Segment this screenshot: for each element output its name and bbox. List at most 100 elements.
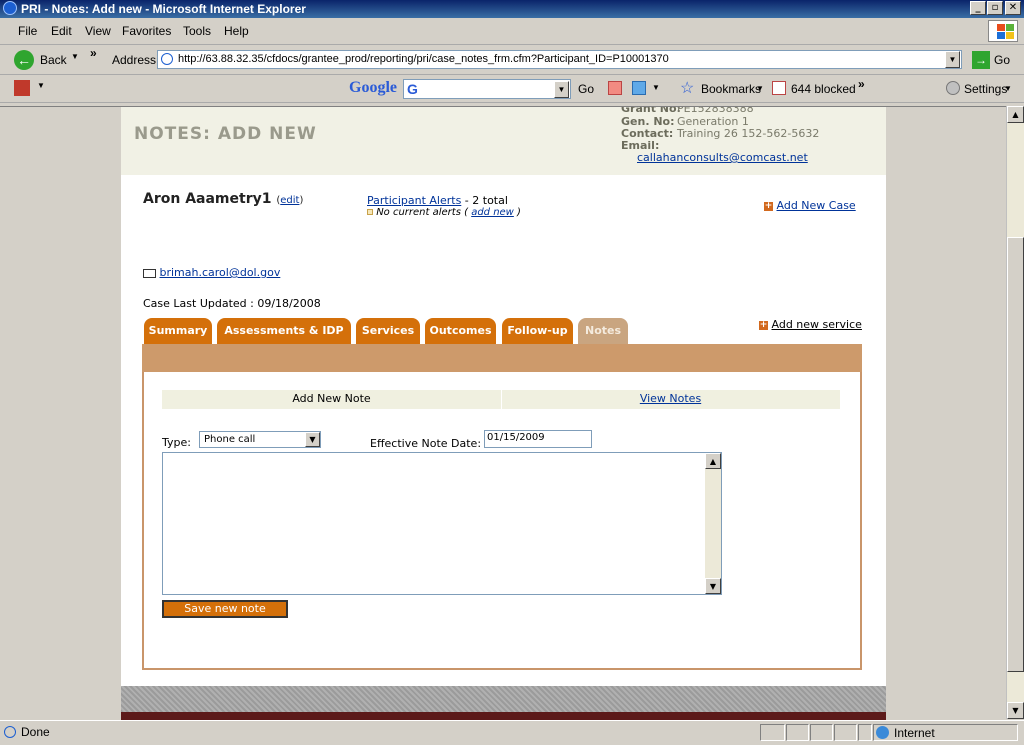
scroll-down-icon[interactable]: ▼ xyxy=(1007,702,1024,719)
page: NOTES: ADD NEW Grant No:PE152838388 Gen.… xyxy=(121,107,886,720)
contact-value: Training 26 152-562-5632 xyxy=(677,127,820,140)
note-textarea-scrollbar[interactable]: ▲ ▼ xyxy=(705,453,721,594)
note-scroll-down-icon[interactable]: ▼ xyxy=(705,578,721,594)
menu-help[interactable]: Help xyxy=(224,24,249,38)
type-label: Type: xyxy=(162,436,191,449)
add-new-note-tab[interactable]: Add New Note xyxy=(162,392,501,405)
edit-participant-link[interactable]: edit xyxy=(280,195,299,206)
tab-outcomes[interactable]: Outcomes xyxy=(425,318,496,344)
popup-blocker-icon[interactable] xyxy=(772,81,786,95)
add-new-case: + Add New Case xyxy=(764,199,856,212)
notes-panel: Add New Note View Notes Type: Phone call… xyxy=(142,372,862,670)
pdf-icon[interactable] xyxy=(14,80,30,96)
note-type-select[interactable]: Phone call ▼ xyxy=(199,431,321,448)
menu-favorites[interactable]: Favorites xyxy=(122,24,171,38)
expand-icon[interactable] xyxy=(367,209,373,215)
add-new-service: + Add new service xyxy=(759,318,862,331)
settings-dropdown-icon[interactable]: ▼ xyxy=(1004,84,1012,93)
settings-icon[interactable] xyxy=(946,81,960,95)
windows-logo-icon xyxy=(988,20,1018,42)
participant-name: Aron Aaametry1 xyxy=(143,191,272,207)
address-dropdown-icon[interactable]: ▼ xyxy=(945,51,960,68)
status-bar: Done Internet xyxy=(0,720,1024,745)
google-go-button[interactable]: Go xyxy=(578,82,594,96)
security-zone: Internet xyxy=(873,724,1018,741)
add-new-service-link[interactable]: Add new service xyxy=(772,318,862,331)
case-last-updated: Case Last Updated : 09/18/2008 xyxy=(143,297,321,310)
menu-tools[interactable]: Tools xyxy=(183,24,211,38)
add-case-plus-icon[interactable]: + xyxy=(764,201,773,211)
save-new-note-button[interactable]: Save new note xyxy=(162,600,288,618)
add-alert-link[interactable]: add new xyxy=(471,207,514,218)
tab-summary[interactable]: Summary xyxy=(144,318,212,344)
tab-follow-up[interactable]: Follow-up xyxy=(502,318,573,344)
status-cell-2 xyxy=(786,724,809,741)
google-toolbar: ▼ Google G ▼ Go ▼ ☆ Bookmarks ▼ 644 bloc… xyxy=(0,75,1024,103)
status-text: Done xyxy=(21,725,50,739)
ie-logo-icon xyxy=(3,1,17,15)
note-textarea[interactable]: ▲ ▼ xyxy=(162,452,722,595)
options-dropdown-icon[interactable]: ▼ xyxy=(652,83,660,92)
status-cell-5 xyxy=(858,724,872,741)
tab-services[interactable]: Services xyxy=(356,318,420,344)
bookmarks-button[interactable]: Bookmarks xyxy=(701,82,761,96)
add-new-case-link[interactable]: Add New Case xyxy=(777,199,856,212)
alerts-status-row: No current alerts ( add new ) xyxy=(367,207,521,218)
maximize-button[interactable]: ▫ xyxy=(987,1,1003,15)
zone-label: Internet xyxy=(894,726,935,740)
no-alerts-text: No current alerts xyxy=(376,207,461,218)
scroll-up-icon[interactable]: ▲ xyxy=(1007,106,1024,123)
bookmarks-dropdown-icon[interactable]: ▼ xyxy=(756,84,764,93)
address-input[interactable]: http://63.88.32.35/cfdocs/grantee_prod/r… xyxy=(157,50,962,69)
gbar-overflow-icon[interactable]: » xyxy=(858,77,865,91)
google-search-dropdown-icon[interactable]: ▼ xyxy=(554,81,569,98)
window-title-bar: PRI - Notes: Add new - Microsoft Interne… xyxy=(0,0,1024,18)
close-button[interactable]: ✕ xyxy=(1005,1,1021,15)
note-scroll-up-icon[interactable]: ▲ xyxy=(705,453,721,469)
google-logo-text: Google xyxy=(349,79,397,96)
google-search-input[interactable]: G ▼ xyxy=(403,79,571,99)
address-toolbar: ← Back ▼ » Address http://63.88.32.35/cf… xyxy=(0,44,1024,75)
pdf-dropdown-icon[interactable]: ▼ xyxy=(37,81,45,90)
star-icon[interactable]: ☆ xyxy=(680,78,694,98)
add-service-plus-icon[interactable]: + xyxy=(759,320,768,330)
effective-date-input[interactable]: 01/15/2009 xyxy=(484,430,592,448)
go-arrow-icon[interactable]: → xyxy=(972,51,990,69)
grant-number-label: Grant No: xyxy=(621,106,681,115)
page-scrollbar[interactable]: ▲ ▼ xyxy=(1006,106,1024,719)
view-notes-link[interactable]: View Notes xyxy=(501,392,840,405)
page-status-icon xyxy=(4,726,16,738)
status-cell-3 xyxy=(810,724,833,741)
alerts-total: - 2 total xyxy=(461,194,508,207)
tab-notes[interactable]: Notes xyxy=(578,318,628,344)
scrollbar-thumb[interactable] xyxy=(1007,237,1024,672)
participant-email-link[interactable]: brimah.carol@dol.gov xyxy=(160,266,281,279)
options-icon[interactable] xyxy=(632,81,646,95)
highlight-icon[interactable] xyxy=(608,81,622,95)
minimize-button[interactable]: _ xyxy=(970,1,986,15)
menu-view[interactable]: View xyxy=(85,24,111,38)
participant-name-row: Aron Aaametry1 (edit) xyxy=(143,191,304,207)
settings-button[interactable]: Settings xyxy=(964,82,1007,96)
back-dropdown-icon[interactable]: ▼ xyxy=(71,52,79,61)
page-footer xyxy=(121,686,886,712)
email-value-row: callahanconsults@comcast.net xyxy=(637,151,808,164)
participant-email-row: brimah.carol@dol.gov xyxy=(143,266,280,279)
participant-alerts-link[interactable]: Participant Alerts xyxy=(367,194,461,207)
back-arrow-icon[interactable]: ← xyxy=(14,50,34,70)
grantee-email-link[interactable]: callahanconsults@comcast.net xyxy=(637,151,808,164)
participant-alerts: Participant Alerts - 2 total xyxy=(367,194,508,207)
address-label: Address xyxy=(112,53,157,67)
globe-icon xyxy=(876,726,889,739)
popups-blocked-label[interactable]: 644 blocked xyxy=(791,82,856,96)
window-title: PRI - Notes: Add new - Microsoft Interne… xyxy=(21,2,306,16)
tab-assessments-idp[interactable]: Assessments & IDP xyxy=(217,318,351,344)
go-button[interactable]: Go xyxy=(994,53,1010,67)
type-dropdown-icon[interactable]: ▼ xyxy=(305,432,320,447)
toolbar-overflow-icon[interactable]: » xyxy=(90,46,97,60)
status-cell-1 xyxy=(760,724,785,741)
menu-file[interactable]: File xyxy=(18,24,37,38)
page-icon xyxy=(161,53,173,65)
back-button[interactable]: Back xyxy=(40,53,67,67)
menu-edit[interactable]: Edit xyxy=(51,24,72,38)
